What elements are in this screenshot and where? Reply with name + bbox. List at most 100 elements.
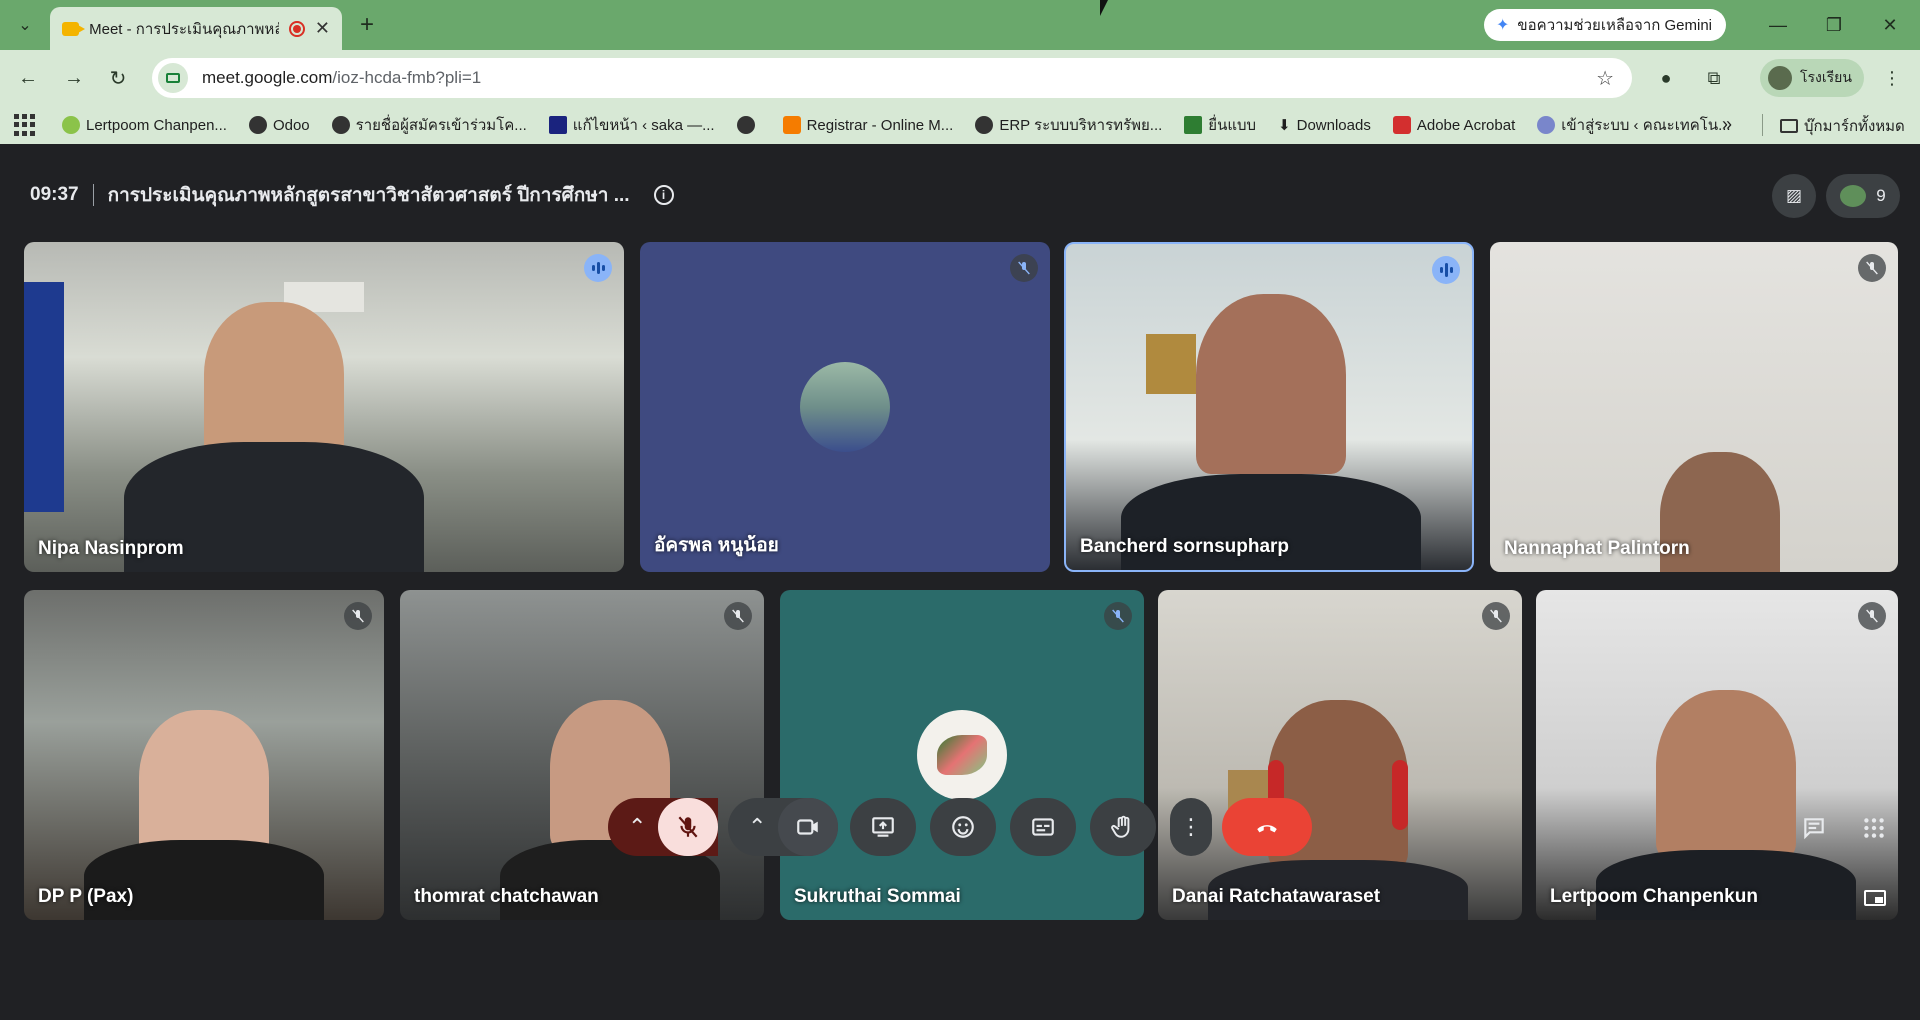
bookmark-item[interactable]: ERP ระบบบริหารทรัพย...	[975, 113, 1162, 137]
bookmark-item[interactable]: ยื่นแบบ	[1184, 113, 1256, 137]
participant-name: Sukruthai Sommai	[794, 886, 961, 907]
bookmark-item[interactable]: Odoo	[248, 116, 310, 134]
bookmark-item[interactable]: Registrar - Online M...	[782, 116, 953, 134]
visual-effects-off-icon[interactable]: ▨	[1772, 174, 1816, 218]
video-effects-icon[interactable]: ●	[1652, 64, 1680, 92]
minimize-window-icon[interactable]: —	[1758, 10, 1798, 40]
mic-muted-icon	[1858, 602, 1886, 630]
present-screen-icon	[872, 817, 894, 837]
browser-menu-kebab-icon[interactable]: ⋮	[1878, 64, 1906, 92]
mic-muted-icon	[1482, 602, 1510, 630]
bookmark-item[interactable]: ⬇ Downloads	[1278, 116, 1371, 135]
bru-favicon-icon	[548, 116, 567, 134]
close-window-icon[interactable]: ✕	[1870, 10, 1910, 40]
participant-avatar	[917, 710, 1007, 800]
activities-grid-icon[interactable]	[1858, 812, 1890, 844]
captions-button[interactable]	[1010, 798, 1076, 856]
more-options-button[interactable]: ⋮	[1170, 798, 1212, 856]
site-info-icon[interactable]	[158, 63, 188, 93]
reactions-button[interactable]	[930, 798, 996, 856]
curtain	[24, 282, 64, 512]
participant-tile[interactable]: Danai Ratchatawaraset	[1158, 590, 1522, 920]
bookmarks-divider	[1762, 114, 1763, 136]
bookmark-item[interactable]: แก้ไขหน้า ‹ saka —...	[548, 113, 715, 137]
mic-muted-icon	[344, 602, 372, 630]
tab-close-icon[interactable]: ✕	[315, 18, 330, 39]
forward-arrow-icon[interactable]: →	[58, 62, 90, 94]
tax-favicon-icon	[1184, 116, 1203, 134]
new-tab-plus-icon[interactable]: +	[352, 10, 382, 40]
bookmark-item[interactable]: Adobe Acrobat	[1392, 116, 1515, 134]
avatar-illustration	[937, 735, 987, 775]
chevron-up-icon: ⌃	[628, 814, 647, 839]
participant-tile[interactable]: Nipa Nasinprom	[24, 242, 624, 572]
meet-call-area: 09:37 การประเมินคุณภาพหลักสูตรสาขาวิชาสั…	[0, 144, 1920, 1020]
participant-tile[interactable]: thomrat chatchawan	[400, 590, 764, 920]
bookmark-item[interactable]: Lertpoom Chanpen...	[62, 116, 227, 134]
globe-icon	[975, 116, 994, 134]
participant-tile[interactable]: Nannaphat Palintorn	[1490, 242, 1898, 572]
picture-in-picture-icon[interactable]	[1864, 890, 1886, 906]
all-bookmarks-button[interactable]: บุ๊กมาร์กทั้งหมด	[1780, 114, 1905, 138]
bookmark-item[interactable]: รายชื่อผู้สมัครเข้าร่วมโค...	[331, 113, 527, 137]
reload-icon[interactable]: ↻	[102, 62, 134, 94]
profile-button[interactable]: โรงเรียน	[1760, 59, 1864, 97]
participant-tile[interactable]: อัครพล หนูน้อย	[640, 242, 1050, 572]
participant-name: Nipa Nasinprom	[38, 538, 184, 559]
extensions-puzzle-icon[interactable]: ⧉	[1700, 64, 1728, 92]
participant-face	[1196, 294, 1346, 474]
profile-label: โรงเรียน	[1800, 69, 1852, 85]
bookmark-star-icon[interactable]: ☆	[1596, 66, 1614, 91]
meeting-info-icon[interactable]: i	[653, 185, 674, 205]
wall-portrait	[1146, 334, 1196, 394]
gemini-help-button[interactable]: ✦ ขอความช่วยเหลือจาก Gemini	[1484, 9, 1726, 41]
closed-captions-icon	[1032, 818, 1054, 836]
participant-body	[1596, 850, 1856, 920]
participant-name: อัครพล หนูน้อย	[654, 535, 779, 556]
faculty-favicon-icon	[1537, 116, 1556, 134]
browser-tab-meet[interactable]: Meet - การประเมินคุณภาพหลักสูตร ✕	[50, 7, 342, 50]
globe-icon	[331, 116, 350, 134]
tab-title: Meet - การประเมินคุณภาพหลักสูตร	[89, 20, 280, 38]
raise-hand-button[interactable]	[1090, 798, 1156, 856]
participant-name: Danai Ratchatawaraset	[1172, 886, 1381, 907]
gemini-sparkle-icon: ✦	[1496, 17, 1510, 34]
participant-name: Nannaphat Palintorn	[1504, 538, 1690, 559]
participant-tile-active[interactable]: Bancherd sornsupharp	[1064, 242, 1474, 572]
participant-tile[interactable]: Sukruthai Sommai	[780, 590, 1144, 920]
participants-button[interactable]: 9	[1826, 174, 1900, 218]
tab-search-chevron-icon[interactable]: ⌄	[10, 10, 40, 40]
url-text: meet.google.com/ioz-hcda-fmb?pli=1	[202, 68, 482, 87]
participants-avatars-icon	[1840, 185, 1867, 207]
browser-tab-bar: ⌄ Meet - การประเมินคุณภาพหลักสูตร ✕ + ✦ …	[0, 0, 1920, 50]
present-screen-button[interactable]	[850, 798, 916, 856]
participant-face	[204, 302, 344, 462]
address-bar[interactable]: meet.google.com/ioz-hcda-fmb?pli=1 ☆	[152, 58, 1632, 98]
call-controls: ⌃ ⌃ ⋮	[0, 798, 1920, 858]
chevron-up-icon: ⌃	[748, 814, 767, 839]
participant-tile[interactable]: DP P (Pax)	[24, 590, 384, 920]
back-arrow-icon[interactable]: ←	[12, 62, 44, 94]
microphone-toggle-button[interactable]	[658, 798, 718, 856]
download-icon: ⬇	[1278, 117, 1291, 134]
meeting-header: 09:37 การประเมินคุณภาพหลักสูตรสาขาวิชาสั…	[30, 180, 674, 210]
mic-off-icon	[678, 816, 698, 838]
mouse-cursor-icon	[1100, 0, 1108, 16]
bookmark-item[interactable]: เข้าสู่ระบบ ‹ คณะเทคโน...	[1537, 113, 1731, 137]
restore-window-icon[interactable]: ❐	[1814, 10, 1854, 40]
mic-muted-icon	[724, 602, 752, 630]
leave-call-button[interactable]	[1222, 798, 1312, 856]
apps-grid-icon[interactable]	[14, 114, 36, 136]
participant-count: 9	[1876, 186, 1886, 205]
acrobat-icon	[1392, 116, 1411, 134]
camera-toggle-button[interactable]	[778, 798, 838, 856]
more-bookmarks-chevron-icon[interactable]: »	[1722, 114, 1732, 135]
participant-avatar	[800, 362, 890, 452]
hang-up-phone-icon	[1257, 825, 1277, 833]
chat-icon[interactable]	[1798, 812, 1830, 844]
participant-tile[interactable]: Lertpoom Chanpenkun	[1536, 590, 1898, 920]
more-vert-icon: ⋮	[1180, 814, 1202, 839]
participant-name: Lertpoom Chanpenkun	[1550, 886, 1758, 907]
bookmark-item[interactable]	[736, 116, 761, 134]
browser-toolbar: ← → ↻ meet.google.com/ioz-hcda-fmb?pli=1…	[0, 50, 1920, 106]
